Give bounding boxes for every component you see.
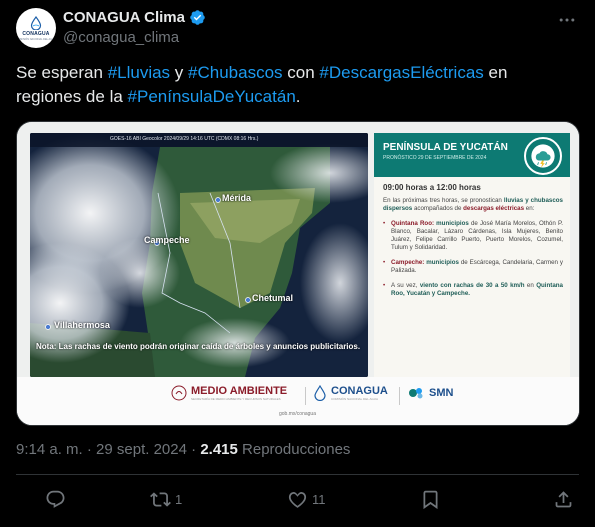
divider xyxy=(16,474,579,475)
forecast-quintana-roo: Quintana Roo: municipios de José María M… xyxy=(383,220,563,252)
bookmark-button[interactable] xyxy=(420,489,441,510)
forecast-intro: En las próximas tres horas, se pronostic… xyxy=(383,197,563,212)
coat-of-arms-icon xyxy=(171,385,187,401)
retweet-button[interactable]: 1 xyxy=(150,489,182,510)
tweet-media[interactable]: GOES-16 ABI Geocolor 2024/09/29 14:16 UT… xyxy=(16,121,580,426)
forecast-wind: A su vez, viento con rachas de 30 a 50 k… xyxy=(383,282,563,298)
tweet-text-segment: con xyxy=(282,63,320,82)
satellite-note: Nota: Las rachas de viento podrán origin… xyxy=(36,342,361,351)
forecast-campeche: Campeche: municipios de Escárcega, Cande… xyxy=(383,259,563,275)
map-label-chetumal: Chetumal xyxy=(252,293,294,303)
reply-icon xyxy=(46,490,65,508)
map-label-campeche: Campeche xyxy=(144,235,190,245)
map-label-merida: Mérida xyxy=(222,193,252,203)
meta-separator: · xyxy=(86,441,97,458)
forecast-time-range: 09:00 horas a 12:00 horas xyxy=(383,183,481,192)
views-label: Reproducciones xyxy=(242,441,351,458)
hashtag-link[interactable]: #Lluvias xyxy=(108,63,170,82)
more-options-icon[interactable] xyxy=(557,10,577,30)
footer-divider xyxy=(305,387,306,405)
smn-icon xyxy=(409,388,423,399)
forecast-panel-header: PENÍNSULA DE YUCATÁN PRONÓSTICO 29 DE SE… xyxy=(374,133,570,177)
footer-divider xyxy=(399,387,400,405)
tweet-text-segment: y xyxy=(170,63,189,82)
smn-text: SMN xyxy=(429,387,454,399)
hashtag-link[interactable]: #PenínsulaDeYucatán xyxy=(128,87,296,106)
conagua-footer-subtext: COMISIÓN NACIONAL DEL AGUA xyxy=(331,397,378,401)
hashtag-link[interactable]: #Chubascos xyxy=(188,63,283,82)
hashtag-link[interactable]: #DescargasEléctricas xyxy=(319,63,483,82)
infographic-footer: MEDIO AMBIENTE SECRETARÍA DE MEDIO AMBIE… xyxy=(17,377,579,425)
tweet-date[interactable]: 29 sept. 2024 xyxy=(96,441,187,458)
satellite-image: GOES-16 ABI Geocolor 2024/09/29 14:16 UT… xyxy=(30,133,368,377)
bookmark-icon xyxy=(423,490,438,510)
map-label-villahermosa: Villahermosa xyxy=(54,320,110,330)
tweet-meta: 9:14 a. m. · 29 sept. 2024 · 2.415 Repro… xyxy=(16,441,350,458)
medio-ambiente-text: MEDIO AMBIENTE xyxy=(191,385,288,397)
heart-icon xyxy=(288,492,307,508)
gob-url: gob.mx/conagua xyxy=(279,411,316,417)
forecast-body: En las próximas tres horas, se pronostic… xyxy=(383,197,563,305)
tweet-time[interactable]: 9:14 a. m. xyxy=(16,441,83,458)
like-count: 11 xyxy=(312,492,326,507)
forecast-panel: PENÍNSULA DE YUCATÁN PRONÓSTICO 29 DE SE… xyxy=(374,133,570,377)
verified-badge-icon xyxy=(190,10,205,25)
medio-ambiente-logo: MEDIO AMBIENTE SECRETARÍA DE MEDIO AMBIE… xyxy=(171,385,287,401)
tweet-text: Se esperan #Lluvias y #Chubascos con #De… xyxy=(16,61,561,109)
satellite-caption: GOES-16 ABI Geocolor 2024/09/29 14:16 UT… xyxy=(110,136,259,142)
satellite-header-bar: GOES-16 ABI Geocolor 2024/09/29 14:16 UT… xyxy=(30,133,368,147)
retweet-count: 1 xyxy=(175,492,183,507)
conagua-footer-text: CONAGUA xyxy=(331,385,388,397)
tweet-header: CONAGUA COMISIÓN NACIONAL DEL AGUA CONAG… xyxy=(16,8,583,52)
tweet-text-segment: . xyxy=(295,87,301,106)
display-name[interactable]: CONAGUA Clima xyxy=(63,9,185,26)
avatar-label: CONAGUA xyxy=(22,30,50,37)
avatar-sublabel: COMISIÓN NACIONAL DEL AGUA xyxy=(16,37,56,41)
avatar[interactable]: CONAGUA COMISIÓN NACIONAL DEL AGUA xyxy=(16,8,56,48)
satellite-map-graphic xyxy=(30,133,368,377)
share-icon xyxy=(555,491,572,508)
medio-ambiente-subtext: SECRETARÍA DE MEDIO AMBIENTE Y RECURSOS … xyxy=(191,397,281,401)
handle[interactable]: @conagua_clima xyxy=(63,29,179,46)
forecast-infographic: GOES-16 ABI Geocolor 2024/09/29 14:16 UT… xyxy=(17,122,579,425)
conagua-footer-logo: CONAGUA COMISIÓN NACIONAL DEL AGUA xyxy=(313,385,388,401)
retweet-icon xyxy=(150,492,171,507)
conagua-logo-icon xyxy=(30,15,42,30)
smn-logo: SMN xyxy=(407,385,453,401)
conagua-drop-icon xyxy=(314,385,326,401)
meta-separator: · xyxy=(191,441,201,458)
views-count: 2.415 xyxy=(200,441,238,458)
reply-button[interactable] xyxy=(45,489,70,510)
tweet-text-segment: Se esperan xyxy=(16,63,108,82)
forecast-subtitle: PRONÓSTICO 29 DE SEPTIEMBRE DE 2024 xyxy=(383,155,487,161)
forecast-title: PENÍNSULA DE YUCATÁN xyxy=(383,142,508,153)
share-button[interactable] xyxy=(553,489,574,510)
storm-cloud-icon xyxy=(524,137,562,175)
like-button[interactable]: 11 xyxy=(287,489,326,510)
action-bar: 1 11 xyxy=(0,487,595,515)
